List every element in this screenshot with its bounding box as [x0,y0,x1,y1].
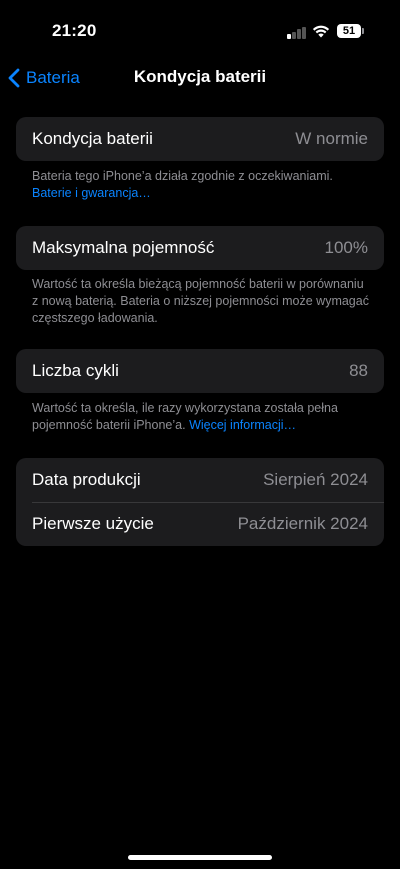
battery-warranty-link[interactable]: Baterie i gwarancja… [32,186,151,200]
max-capacity-value: 100% [324,238,368,257]
battery-health-label: Kondycja baterii [32,129,153,148]
battery-tip [362,28,364,34]
wifi-icon [312,25,330,38]
battery-health-group: Kondycja baterii W normie [16,117,384,161]
page-title: Kondycja baterii [133,67,267,86]
battery-level-icon: 51 [337,24,361,38]
cycle-count-group: Liczba cykli 88 [16,349,384,393]
manufacture-date-label: Data produkcji [32,470,141,489]
max-capacity-row: Maksymalna pojemność 100% [16,226,384,270]
manufacture-date-row: Data produkcji Sierpień 2024 [16,458,384,502]
battery-health-row: Kondycja baterii W normie [16,117,384,161]
manufacture-date-value: Sierpień 2024 [263,470,368,489]
dates-group: Data produkcji Sierpień 2024 Pierwsze uż… [16,458,384,546]
status-bar: 21:20 51 [0,0,400,60]
more-info-link[interactable]: Więcej informacji… [189,418,296,432]
battery-health-value: W normie [295,129,368,148]
first-use-row: Pierwsze użycie Październik 2024 [16,502,384,546]
cellular-signal-icon [287,25,307,39]
max-capacity-footnote: Wartość ta określa bieżącą pojemność bat… [32,277,369,325]
row-divider [32,502,384,503]
status-time: 21:20 [52,21,97,40]
cycle-count-label: Liczba cykli [32,361,119,380]
max-capacity-label: Maksymalna pojemność [32,238,215,257]
max-capacity-group: Maksymalna pojemność 100% [16,226,384,270]
cycle-count-footnote: Wartość ta określa, ile razy wykorzystan… [32,400,377,434]
cycle-count-row: Liczba cykli 88 [16,349,384,393]
home-indicator[interactable] [128,855,272,860]
battery-health-note: Bateria tego iPhone’a działa zgodnie z o… [32,169,333,183]
first-use-value: Październik 2024 [237,514,368,533]
first-use-label: Pierwsze użycie [32,514,154,533]
battery-health-footnote: Bateria tego iPhone’a działa zgodnie z o… [32,168,377,202]
cycle-count-value: 88 [349,361,368,380]
